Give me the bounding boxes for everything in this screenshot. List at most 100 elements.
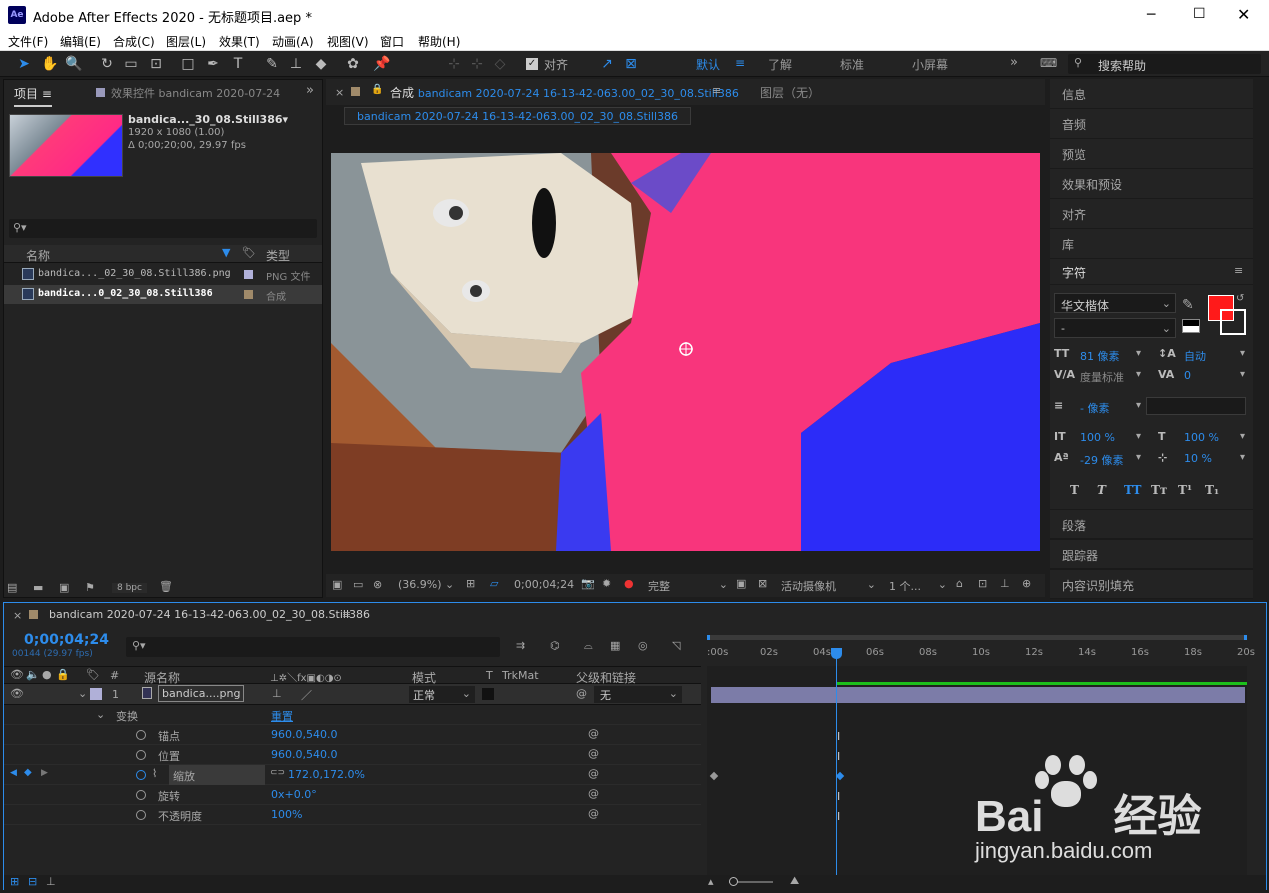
snap-icon[interactable]: ↗ bbox=[597, 54, 617, 74]
workspace-tab[interactable]: 小屏幕 bbox=[912, 56, 948, 73]
dropdown-arrow-icon[interactable]: ▾ bbox=[1136, 431, 1141, 442]
property-row[interactable]: ◀ ◆ ▶ ⌇ 缩放 ⊂⊃ 172.0,172.0% @ bbox=[4, 765, 701, 785]
collapse-switch-icon[interactable]: ⊥ bbox=[272, 687, 282, 700]
pickwhip-icon[interactable]: @ bbox=[576, 687, 587, 700]
timeline-search-input[interactable]: ⚲▾ bbox=[126, 637, 500, 657]
constrain-link-icon[interactable]: ⊂⊃ bbox=[270, 768, 285, 778]
tab-effects-controls[interactable]: 效果控件 bandicam 2020-07-24 bbox=[96, 85, 280, 101]
panel-item[interactable]: 音频 bbox=[1050, 109, 1253, 139]
expand-arrow-icon[interactable]: ⌄ bbox=[96, 708, 105, 721]
eye-icon[interactable]: 👁 bbox=[10, 668, 24, 681]
snap-options-icon[interactable]: ⊠ bbox=[621, 54, 641, 74]
keyframe-diamond[interactable] bbox=[835, 771, 845, 781]
timeline-tab[interactable]: bandicam 2020-07-24 16-13-42-063.00_02_3… bbox=[49, 608, 370, 621]
menu-item[interactable]: 文件(F) bbox=[8, 33, 48, 50]
graph-editor-icon[interactable]: ◹ bbox=[672, 639, 680, 652]
menu-item[interactable]: 帮助(H) bbox=[418, 33, 460, 50]
property-row[interactable]: 不透明度 100% @ bbox=[4, 805, 701, 825]
zoom-out-icon[interactable]: ▴ bbox=[708, 875, 714, 888]
stopwatch-icon[interactable] bbox=[136, 790, 146, 800]
stroke-style-dropdown[interactable] bbox=[1146, 397, 1246, 415]
current-timecode[interactable]: 0;00;04;24 bbox=[24, 632, 109, 648]
visibility-icon[interactable]: 👁 bbox=[10, 687, 24, 700]
stroke-width-value[interactable]: - 像素 bbox=[1080, 400, 1109, 416]
toggle-alpha-icon[interactable]: ⊠ bbox=[758, 577, 767, 590]
rectangle-tool-icon[interactable]: □ bbox=[178, 54, 198, 74]
flowchart-icon[interactable]: ⊥ bbox=[1000, 577, 1010, 590]
font-family-dropdown[interactable]: 华文楷体 ⌄ bbox=[1054, 293, 1176, 313]
dropdown-arrow-icon[interactable]: ▾ bbox=[1240, 348, 1245, 359]
fast-preview-icon[interactable]: ⊡ bbox=[978, 577, 987, 590]
layer-row[interactable]: 👁 ⌄ 1 bandica....png ⊥ ／ 正常 ⌄ @ 无 ⌄ bbox=[4, 684, 701, 705]
comp-tab[interactable]: 合成 bandicam 2020-07-24 16-13-42-063.00_0… bbox=[390, 84, 739, 101]
toggle-transparency-icon[interactable]: ▣ bbox=[736, 577, 746, 590]
dropdown-arrow-icon[interactable]: ▾ bbox=[1240, 452, 1245, 463]
dropdown-arrow-icon[interactable]: ▾ bbox=[1240, 369, 1245, 380]
solo-icon[interactable]: ● bbox=[42, 668, 52, 681]
camera-dropdown[interactable]: 活动摄像机 ⌄ bbox=[781, 578, 876, 594]
more-workspaces-icon[interactable]: » bbox=[1010, 55, 1018, 70]
transform-row[interactable]: ⌄ 变换 重置 bbox=[4, 705, 701, 725]
stroke-color-swatch[interactable] bbox=[1220, 309, 1246, 335]
stopwatch-icon[interactable] bbox=[136, 770, 146, 780]
toggle-modes-icon[interactable]: ⊟ bbox=[28, 875, 37, 888]
zoom-dropdown[interactable]: (36.9%) ⌄ bbox=[398, 578, 454, 591]
quality-dropdown[interactable]: 完整 ⌄ bbox=[648, 578, 728, 594]
puppet-tool-icon[interactable]: 📌 bbox=[372, 54, 392, 74]
bpc-button[interactable]: 8 bpc bbox=[112, 583, 147, 593]
layer-duration-bar[interactable] bbox=[711, 687, 1245, 703]
view-axis-icon[interactable]: ◇ bbox=[490, 54, 510, 74]
reset-link[interactable]: 重置 bbox=[271, 708, 293, 724]
camera-tool-icon[interactable]: ▭ bbox=[121, 54, 141, 74]
color-channel-icon[interactable]: ● bbox=[624, 577, 634, 590]
panel-item[interactable]: 内容识别填充 bbox=[1050, 569, 1253, 599]
close-tab-icon[interactable]: × bbox=[13, 609, 22, 622]
eyedropper-icon[interactable]: ✎ bbox=[1182, 297, 1194, 313]
frame-blending-icon[interactable]: ▦ bbox=[610, 639, 620, 652]
comp-timecode[interactable]: 0;00;04;24 bbox=[514, 578, 574, 591]
label-color[interactable] bbox=[244, 290, 253, 299]
maximize-button[interactable]: ☐ bbox=[1193, 6, 1206, 22]
show-snapshot-icon[interactable]: ✹ bbox=[602, 577, 611, 590]
panel-item[interactable]: 跟踪器 bbox=[1050, 539, 1253, 569]
close-button[interactable]: ✕ bbox=[1237, 5, 1250, 24]
trkmat-box[interactable] bbox=[482, 688, 494, 700]
property-row[interactable]: 旋转 0x+0.0° @ bbox=[4, 785, 701, 805]
project-search-input[interactable]: ⚲▾ bbox=[9, 219, 317, 238]
audio-icon[interactable]: 🔈 bbox=[26, 668, 40, 681]
draft-3d-icon[interactable]: ⌬ bbox=[550, 639, 560, 652]
char-menu-icon[interactable]: ≡ bbox=[1234, 264, 1243, 277]
property-value[interactable]: 960.0,540.0 bbox=[271, 748, 337, 761]
close-tab-icon[interactable]: × bbox=[335, 86, 344, 99]
right-scrollbar[interactable] bbox=[1256, 79, 1264, 598]
toggle-switches-icon[interactable]: ⊞ bbox=[10, 875, 19, 888]
preview-icon[interactable]: ▣ bbox=[332, 578, 342, 591]
text-style-button[interactable]: TT bbox=[1124, 483, 1141, 497]
playhead-marker[interactable] bbox=[831, 648, 842, 659]
expression-pickwhip-icon[interactable]: @ bbox=[588, 727, 599, 740]
menu-item[interactable]: 编辑(E) bbox=[60, 33, 101, 50]
keyframe-marker[interactable]: I bbox=[837, 730, 840, 743]
zoom-slider-handle[interactable] bbox=[729, 877, 738, 886]
dropdown-arrow-icon[interactable]: ▾ bbox=[1240, 431, 1245, 442]
stopwatch-icon[interactable] bbox=[136, 730, 146, 740]
col-type[interactable]: 类型 bbox=[266, 247, 290, 264]
expression-pickwhip-icon[interactable]: @ bbox=[588, 787, 599, 800]
menu-item[interactable]: 窗口 bbox=[380, 33, 404, 50]
kerning-value[interactable]: 度量标准 bbox=[1080, 369, 1124, 385]
mode-dropdown[interactable]: 正常 ⌄ bbox=[409, 686, 475, 703]
panel-item[interactable]: 效果和预设 bbox=[1050, 169, 1253, 199]
font-style-dropdown[interactable]: - ⌄ bbox=[1054, 318, 1176, 338]
layer-tab[interactable]: 图层（无） bbox=[760, 84, 820, 101]
keyframe-toggle-icon[interactable]: ◆ bbox=[24, 767, 32, 778]
clone-stamp-tool-icon[interactable]: ⊥ bbox=[286, 54, 306, 74]
toggle-timing-icon[interactable]: ⊥ bbox=[46, 875, 56, 888]
rotate-tool-icon[interactable]: ↻ bbox=[97, 54, 117, 74]
axis-tool-icon[interactable]: ⊹ bbox=[444, 54, 464, 74]
panel-item[interactable]: 库 bbox=[1050, 229, 1253, 259]
horizontal-scale-value[interactable]: 100 % bbox=[1184, 431, 1219, 444]
zoom-in-icon[interactable]: ⛰ bbox=[790, 874, 799, 888]
font-size-value[interactable]: 81 像素 bbox=[1080, 348, 1120, 364]
timeline-menu-icon[interactable]: ≡ bbox=[342, 608, 351, 621]
type-tool-icon[interactable]: T bbox=[228, 54, 248, 74]
